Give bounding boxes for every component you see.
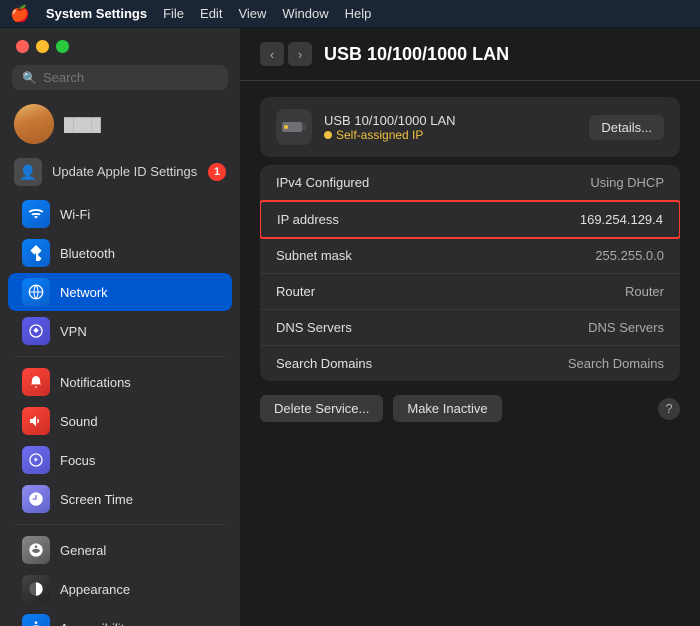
network-device-icon (276, 109, 312, 145)
sidebar-item-vpn-label: VPN (60, 324, 87, 339)
network-details-table: IPv4 Configured Using DHCP IP address 16… (260, 165, 680, 381)
sidebar-item-focus[interactable]: Focus (8, 441, 232, 479)
avatar (14, 104, 54, 144)
details-button[interactable]: Details... (589, 115, 664, 140)
ipv4-value: Using DHCP (590, 175, 664, 190)
profile-info: ████ (64, 117, 101, 132)
search-icon: 🔍 (22, 71, 37, 85)
make-inactive-button[interactable]: Make Inactive (393, 395, 501, 422)
dns-value: DNS Servers (588, 320, 664, 335)
appleid-icon: 👤 (14, 158, 42, 186)
user-profile[interactable]: ████ (0, 98, 240, 150)
forward-button[interactable]: › (288, 42, 312, 66)
sidebar-item-screentime[interactable]: Screen Time (8, 480, 232, 518)
network-device-card: USB 10/100/1000 LAN Self-assigned IP Det… (260, 97, 680, 157)
network-card-info: USB 10/100/1000 LAN Self-assigned IP (324, 113, 577, 142)
sidebar-item-appearance-label: Appearance (60, 582, 130, 597)
app-name: System Settings (46, 6, 147, 21)
content-header: ‹ › USB 10/100/1000 LAN (240, 28, 700, 81)
sidebar-item-network-label: Network (60, 285, 108, 300)
general-icon (22, 536, 50, 564)
nav-buttons: ‹ › (260, 42, 312, 66)
profile-name: ████ (64, 117, 101, 132)
sidebar-item-appearance[interactable]: Appearance (8, 570, 232, 608)
sidebar-item-bluetooth-label: Bluetooth (60, 246, 115, 261)
fullscreen-button[interactable] (56, 40, 69, 53)
table-row-ipv4: IPv4 Configured Using DHCP (260, 165, 680, 201)
traffic-lights (0, 28, 240, 61)
menubar: 🍎 System Settings File Edit View Window … (0, 0, 700, 28)
bluetooth-icon (22, 239, 50, 267)
action-buttons-area: Delete Service... Make Inactive ? (240, 381, 700, 436)
content-area: ‹ › USB 10/100/1000 LAN USB 10/100/1000 … (240, 28, 700, 626)
sidebar-item-wifi[interactable]: Wi-Fi (8, 195, 232, 233)
sidebar-item-network[interactable]: Network (8, 273, 232, 311)
sidebar-items-list: Wi-Fi Bluetooth Network VPN (0, 194, 240, 626)
minimize-button[interactable] (36, 40, 49, 53)
focus-icon (22, 446, 50, 474)
menu-file[interactable]: File (163, 6, 184, 21)
status-text: Self-assigned IP (336, 128, 423, 142)
page-title: USB 10/100/1000 LAN (324, 44, 509, 65)
screentime-icon (22, 485, 50, 513)
apple-icon[interactable]: 🍎 (10, 4, 30, 24)
router-value: Router (625, 284, 664, 299)
sidebar-item-vpn[interactable]: VPN (8, 312, 232, 350)
sidebar-item-bluetooth[interactable]: Bluetooth (8, 234, 232, 272)
table-row-dns: DNS Servers DNS Servers (260, 310, 680, 346)
back-button[interactable]: ‹ (260, 42, 284, 66)
help-button[interactable]: ? (658, 398, 680, 420)
sidebar-item-general[interactable]: General (8, 531, 232, 569)
sidebar-item-sound-label: Sound (60, 414, 98, 429)
ip-address-value: 169.254.129.4 (580, 212, 663, 227)
sidebar-item-accessibility-label: Accessibility (60, 621, 131, 626)
sidebar-item-notifications[interactable]: Notifications (8, 363, 232, 401)
divider-2 (14, 524, 226, 525)
sidebar-item-sound[interactable]: Sound (8, 402, 232, 440)
sidebar-item-focus-label: Focus (60, 453, 95, 468)
dns-label: DNS Servers (276, 320, 588, 335)
close-button[interactable] (16, 40, 29, 53)
sidebar-item-screentime-label: Screen Time (60, 492, 133, 507)
searchdomains-value: Search Domains (568, 356, 664, 371)
accessibility-icon (22, 614, 50, 626)
update-appleid-label: Update Apple ID Settings (52, 164, 198, 181)
menu-window[interactable]: Window (282, 6, 328, 21)
notifications-icon (22, 368, 50, 396)
wifi-icon (22, 200, 50, 228)
sound-icon (22, 407, 50, 435)
divider-1 (14, 356, 226, 357)
subnet-value: 255.255.0.0 (595, 248, 664, 263)
network-icon (22, 278, 50, 306)
table-row-searchdomains: Search Domains Search Domains (260, 346, 680, 381)
search-bar[interactable]: 🔍 (12, 65, 228, 90)
network-device-status: Self-assigned IP (324, 128, 577, 142)
ipv4-label: IPv4 Configured (276, 175, 590, 190)
sidebar-item-accessibility[interactable]: Accessibility (8, 609, 232, 626)
ip-address-label: IP address (277, 212, 580, 227)
update-appleid-item[interactable]: 👤 Update Apple ID Settings 1 (0, 150, 240, 194)
status-indicator (324, 131, 332, 139)
table-row-router: Router Router (260, 274, 680, 310)
subnet-label: Subnet mask (276, 248, 595, 263)
table-row-subnet: Subnet mask 255.255.0.0 (260, 238, 680, 274)
menu-help[interactable]: Help (345, 6, 372, 21)
delete-service-button[interactable]: Delete Service... (260, 395, 383, 422)
update-badge: 1 (208, 163, 226, 181)
sidebar-item-notifications-label: Notifications (60, 375, 131, 390)
table-row-ip-address: IP address 169.254.129.4 (260, 200, 680, 239)
main-window: 🔍 ████ 👤 Update Apple ID Settings 1 (0, 28, 700, 626)
search-input[interactable] (43, 70, 218, 85)
network-device-name: USB 10/100/1000 LAN (324, 113, 577, 128)
menu-view[interactable]: View (238, 6, 266, 21)
sidebar-item-general-label: General (60, 543, 106, 558)
sidebar: 🔍 ████ 👤 Update Apple ID Settings 1 (0, 28, 240, 626)
searchdomains-label: Search Domains (276, 356, 568, 371)
sidebar-item-wifi-label: Wi-Fi (60, 207, 90, 222)
appearance-icon (22, 575, 50, 603)
router-label: Router (276, 284, 625, 299)
vpn-icon (22, 317, 50, 345)
menu-edit[interactable]: Edit (200, 6, 222, 21)
